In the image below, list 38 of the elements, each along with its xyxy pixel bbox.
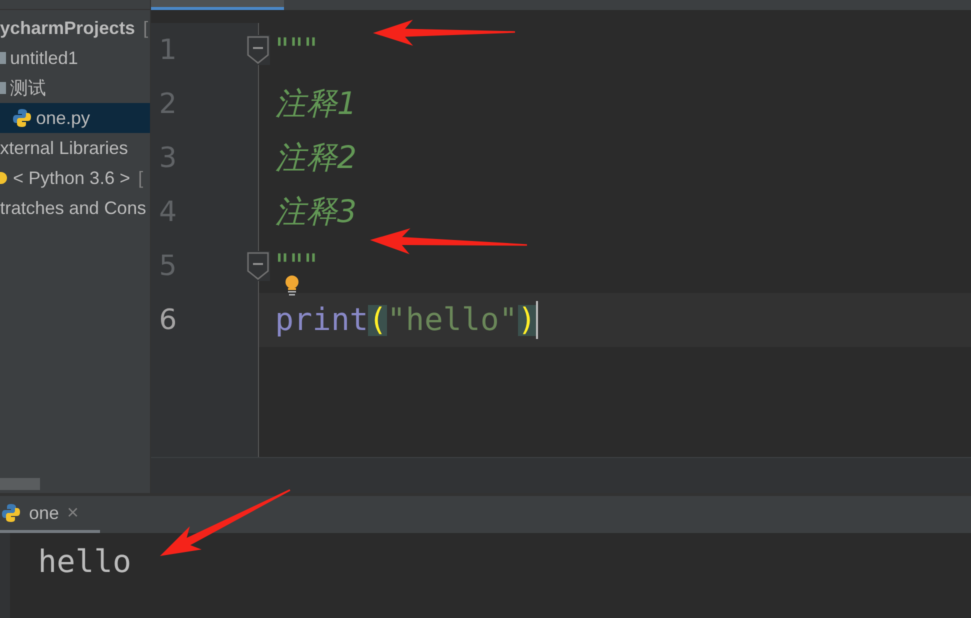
tree-item-label: one.py — [36, 106, 90, 130]
tree-item[interactable]: 测试 — [0, 73, 150, 103]
folder-icon — [0, 52, 6, 64]
tree-item-label: 测试 — [10, 76, 46, 100]
tree-item[interactable]: ycharmProjects [ — [0, 13, 150, 43]
tree-item-label: < Python 3.6 > — [13, 166, 130, 190]
tree-item-suffix: [ — [143, 16, 148, 40]
lightbulb-icon[interactable] — [284, 275, 300, 297]
python-sdk-icon — [0, 172, 7, 184]
editor-tab[interactable] — [151, 0, 284, 10]
line-number: 6 — [159, 302, 177, 338]
tree-item[interactable]: xternal Libraries — [0, 133, 150, 163]
code-token: "hello" — [387, 304, 518, 336]
python-file-icon — [12, 108, 32, 128]
python-icon — [1, 503, 21, 523]
console-output: hello — [37, 543, 132, 582]
tree-item-label: ycharmProjects — [0, 16, 136, 40]
code-token: 注释2 — [275, 142, 357, 174]
code-token: ( — [368, 304, 387, 336]
tree-item[interactable]: < Python 3.6 > [ — [0, 163, 150, 193]
scrollbar-thumb[interactable] — [0, 478, 40, 490]
text-cursor — [536, 301, 538, 339]
run-tab-label: one — [29, 502, 60, 524]
tree-item[interactable]: untitled1 — [0, 43, 150, 73]
code-token: 注释3 — [275, 196, 357, 228]
code-token: ) — [518, 304, 536, 336]
fold-marker-icon[interactable] — [246, 35, 270, 65]
tree-item-suffix: [ — [138, 166, 144, 190]
folder-icon — [0, 82, 6, 94]
fold-marker-icon[interactable] — [246, 251, 270, 281]
tree-item-label: xternal Libraries — [0, 136, 128, 160]
code-token: print — [275, 304, 368, 336]
tree-item-label: untitled1 — [10, 46, 78, 70]
code-token: """ — [275, 34, 318, 66]
code-token: """ — [275, 250, 318, 282]
tree-item[interactable]: one.py — [0, 103, 150, 133]
run-tab[interactable]: one × — [0, 496, 100, 533]
code-token: 注释1 — [275, 88, 357, 120]
